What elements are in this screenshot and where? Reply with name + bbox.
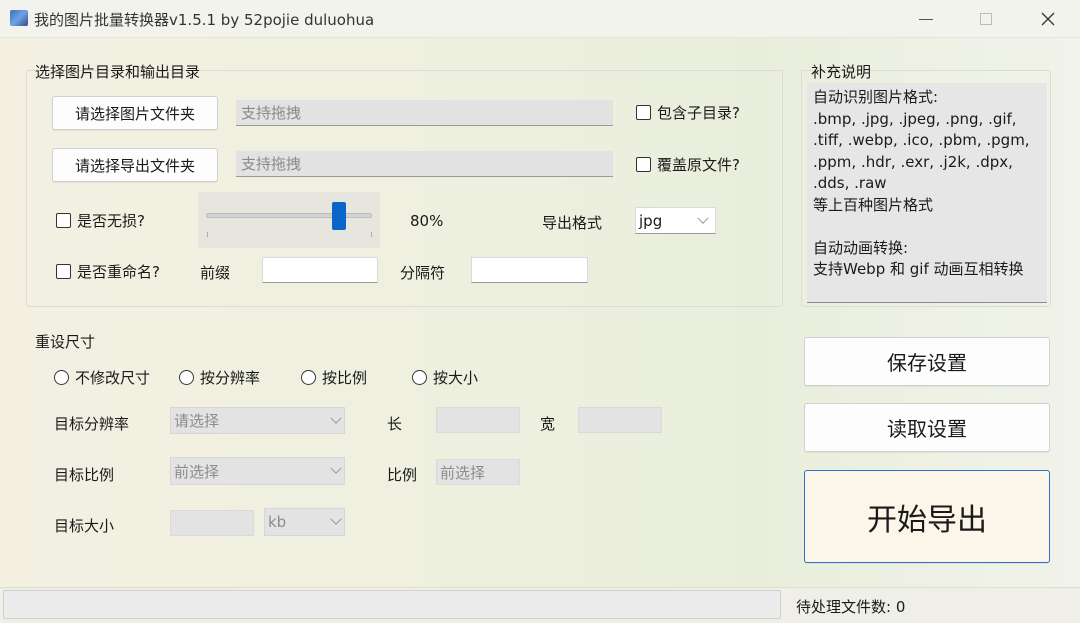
overwrite-checkbox[interactable]: 覆盖原文件?: [636, 154, 740, 175]
rename-label: 是否重命名?: [77, 263, 160, 281]
radio-no-resize[interactable]: 不修改尺寸: [54, 367, 150, 388]
target-resolution-label: 目标分辨率: [54, 415, 130, 433]
checkbox-box[interactable]: [636, 157, 651, 172]
window-title: 我的图片批量转换器v1.5.1 by 52pojie duluohua: [34, 11, 375, 29]
pending-files-count: 待处理文件数: 0: [796, 598, 906, 616]
lossless-label: 是否无损?: [77, 212, 145, 230]
rename-checkbox[interactable]: 是否重命名?: [56, 261, 160, 282]
chevron-down-icon: [697, 212, 709, 224]
length-label: 长: [387, 415, 403, 433]
export-format-label: 导出格式: [542, 214, 603, 232]
overwrite-label: 覆盖原文件?: [657, 156, 740, 174]
radio-by-resolution[interactable]: 按分辨率: [179, 367, 260, 388]
chevron-down-icon: [330, 462, 342, 474]
radio-label: 按大小: [433, 369, 479, 387]
image-dir-input[interactable]: 支持拖拽: [236, 100, 613, 126]
notes-group-title: 补充说明: [811, 63, 872, 81]
resize-group-title: 重设尺寸: [35, 333, 96, 351]
chevron-down-icon: [330, 513, 342, 525]
minimize-icon: [919, 18, 933, 20]
separator-input[interactable]: [471, 257, 588, 283]
checkbox-box[interactable]: [56, 213, 71, 228]
slider-thumb[interactable]: [331, 202, 346, 230]
note-line: 自动识别图片格式:: [813, 88, 939, 106]
lossless-checkbox[interactable]: 是否无损?: [56, 210, 145, 231]
ratio-label: 比例: [387, 466, 418, 484]
slider-tick: [207, 232, 208, 237]
target-size-input[interactable]: [170, 510, 254, 536]
separator-label: 分隔符: [400, 264, 446, 282]
note-line: .ppm, .hdr, .exr, .j2k, .dpx,: [813, 152, 1013, 171]
radio-circle[interactable]: [412, 370, 427, 385]
ratio-select[interactable]: 前选择: [170, 457, 345, 485]
progress-bar: [3, 590, 781, 619]
ratio-input[interactable]: 前选择: [436, 459, 520, 485]
ratio-combo-placeholder: 前选择: [174, 462, 220, 481]
width-label: 宽: [540, 415, 556, 433]
note-line: 支持Webp 和 gif 动画互相转换: [813, 260, 1024, 278]
radio-circle[interactable]: [54, 370, 69, 385]
radio-label: 按比例: [322, 369, 368, 387]
include-subdirs-checkbox[interactable]: 包含子目录?: [636, 102, 740, 123]
prefix-input[interactable]: [262, 257, 378, 283]
radio-by-size[interactable]: 按大小: [412, 367, 478, 388]
note-line: [813, 216, 1041, 238]
slider-track: [206, 213, 372, 218]
width-input[interactable]: [578, 407, 662, 433]
radio-label: 不修改尺寸: [75, 369, 151, 387]
include-subdirs-label: 包含子目录?: [657, 104, 740, 122]
radio-by-ratio[interactable]: 按比例: [301, 367, 367, 388]
load-settings-button[interactable]: 读取设置: [804, 403, 1050, 452]
quality-value: 80%: [410, 212, 444, 230]
checkbox-box[interactable]: [56, 264, 71, 279]
select-output-folder-button[interactable]: 请选择导出文件夹: [52, 148, 218, 182]
start-export-button[interactable]: 开始导出: [804, 470, 1050, 563]
output-dir-input[interactable]: 支持拖拽: [236, 151, 613, 177]
note-line: 等上百种图片格式: [813, 195, 934, 214]
maximize-icon: [980, 13, 992, 25]
size-unit-value: kb: [268, 513, 287, 531]
checkbox-box[interactable]: [636, 105, 651, 120]
resolution-select[interactable]: 请选择: [170, 407, 345, 434]
radio-circle[interactable]: [179, 370, 194, 385]
app-picture-icon: [10, 10, 28, 26]
size-unit-select[interactable]: kb: [264, 508, 345, 536]
save-settings-button[interactable]: 保存设置: [804, 337, 1050, 386]
resolution-placeholder: 请选择: [174, 412, 220, 430]
length-input[interactable]: [436, 407, 520, 433]
radio-circle[interactable]: [301, 370, 316, 385]
quality-slider[interactable]: [198, 192, 380, 248]
notes-textarea: 自动识别图片格式: .bmp, .jpg, .jpeg, .png, .gif,…: [807, 83, 1047, 303]
note-line: 自动动画转换:: [813, 238, 909, 257]
note-line: .tiff, .webp, .ico, .pbm, .pgm,: [813, 131, 1030, 149]
export-format-value: jpg: [639, 211, 663, 230]
prefix-label: 前缀: [200, 264, 231, 282]
close-icon: [1041, 12, 1055, 26]
slider-tick: [371, 232, 372, 237]
note-line: .dds, .raw: [813, 174, 887, 192]
minimize-button[interactable]: [914, 8, 938, 30]
note-line: .bmp, .jpg, .jpeg, .png, .gif,: [813, 109, 1017, 128]
maximize-button[interactable]: [974, 8, 998, 30]
close-button[interactable]: [1036, 8, 1060, 30]
radio-label: 按分辨率: [200, 369, 261, 387]
select-image-folder-button[interactable]: 请选择图片文件夹: [52, 96, 218, 130]
directory-group-title: 选择图片目录和输出目录: [35, 63, 201, 81]
target-ratio-label: 目标比例: [54, 466, 115, 484]
chevron-down-icon: [330, 412, 342, 424]
target-size-label: 目标大小: [54, 517, 115, 535]
export-format-select[interactable]: jpg: [635, 207, 716, 234]
